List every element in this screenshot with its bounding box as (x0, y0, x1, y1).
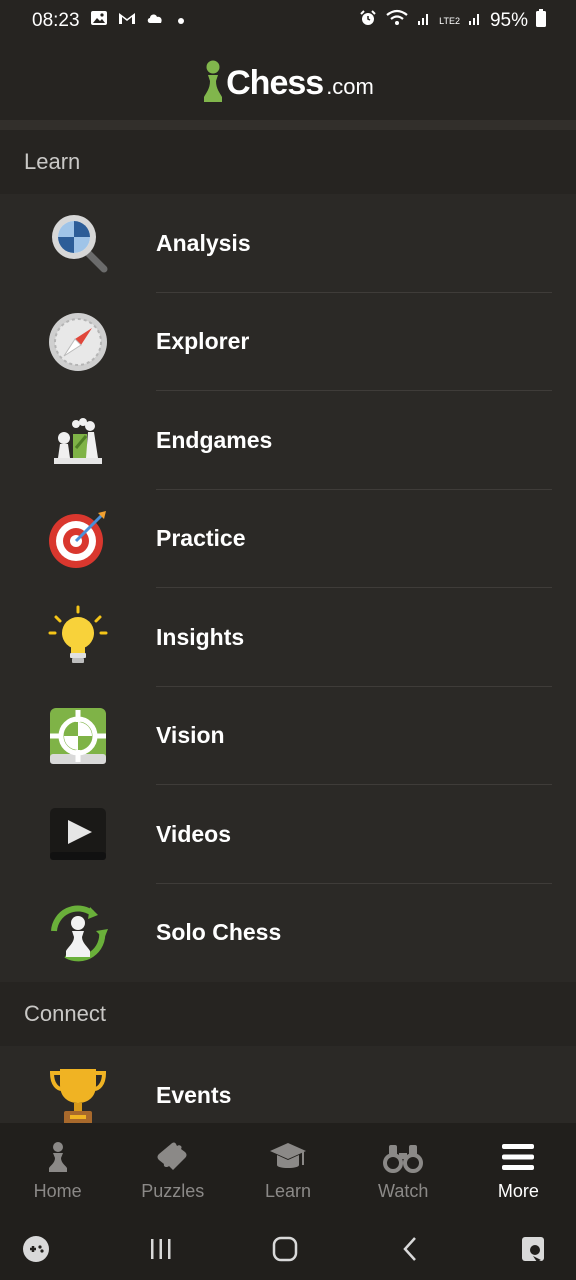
nav-label-more: More (497, 1180, 539, 1201)
crosshair-icon (46, 704, 110, 768)
menu-label: Analysis (156, 229, 251, 256)
nav-label-learn: Learn (264, 1180, 312, 1201)
accessibility-touch-icon[interactable] (514, 1229, 554, 1269)
analysis-magnifier-icon (46, 211, 110, 275)
nav-more[interactable]: More (461, 1123, 576, 1217)
binoculars-icon (383, 1139, 424, 1175)
target-icon (46, 507, 110, 571)
signal-bars-icon (468, 10, 482, 32)
menu-label: Solo Chess (156, 919, 282, 946)
signal-bars-icon (417, 10, 431, 32)
header-divider (0, 120, 576, 130)
status-right: LTE2 95% (359, 9, 546, 33)
hamburger-menu-icon (498, 1139, 538, 1175)
menu-label: Practice (156, 525, 246, 552)
gmail-icon (118, 10, 136, 32)
back-button[interactable] (390, 1229, 430, 1269)
puzzle-icon (153, 1139, 193, 1175)
recent-apps-button[interactable] (141, 1229, 181, 1269)
nav-learn[interactable]: Learn (230, 1123, 345, 1217)
system-navigation-bar (0, 1217, 576, 1280)
chess-more-screen: 08:23 LTE2 95% Chess .com Learn Analysis… (0, 0, 576, 1280)
nav-puzzles[interactable]: Puzzles (115, 1123, 230, 1217)
graduation-cap-icon (268, 1139, 308, 1175)
app-header: Chess .com (0, 42, 576, 120)
section-header-learn: Learn (0, 130, 576, 194)
volte-label: LTE2 (439, 15, 460, 26)
status-left: 08:23 (32, 10, 184, 32)
nav-label-puzzles: Puzzles (141, 1180, 205, 1201)
learn-menu-list: Analysis Explorer Endgames Practice Insi… (0, 194, 576, 982)
endgame-pieces-icon (46, 408, 110, 472)
menu-item-endgames[interactable]: Endgames (0, 391, 576, 490)
alarm-icon (359, 10, 377, 32)
battery-icon (536, 9, 546, 33)
nav-label-home: Home (33, 1180, 82, 1201)
section-title-learn: Learn (24, 149, 81, 174)
menu-item-practice[interactable]: Practice (0, 490, 576, 588)
nav-label-watch: Watch (378, 1180, 429, 1201)
more-notifications-dot-icon (177, 18, 184, 24)
battery-percent: 95% (489, 10, 528, 31)
section-title-connect: Connect (24, 1001, 106, 1026)
logo-suffix: .com (326, 74, 374, 99)
solo-pawn-icon (46, 901, 110, 965)
menu-label: Insights (156, 623, 245, 650)
logo-pawn-icon (204, 60, 223, 102)
menu-label: Explorer (156, 328, 250, 355)
cloud-notification-icon (146, 10, 164, 32)
nav-watch[interactable]: Watch (346, 1123, 461, 1217)
menu-item-analysis[interactable]: Analysis (0, 194, 576, 293)
wifi-icon (385, 9, 409, 33)
chess-com-logo[interactable]: Chess .com (202, 59, 374, 103)
home-button[interactable] (265, 1229, 305, 1269)
menu-item-explorer[interactable]: Explorer (0, 293, 576, 391)
play-icon (46, 802, 110, 866)
game-launcher-icon[interactable] (16, 1229, 56, 1269)
menu-label: Vision (156, 722, 225, 749)
lightbulb-icon (46, 605, 110, 669)
menu-label: Endgames (156, 426, 273, 453)
menu-item-vision[interactable]: Vision (0, 687, 576, 785)
compass-icon (46, 310, 110, 374)
section-header-connect: Connect (0, 982, 576, 1046)
status-bar: 08:23 LTE2 95% (0, 0, 576, 42)
gallery-icon (90, 10, 108, 32)
menu-item-solo-chess[interactable]: Solo Chess (0, 884, 576, 983)
bottom-navigation: Home Puzzles Learn Watch More (0, 1123, 576, 1217)
nav-home[interactable]: Home (0, 1123, 115, 1217)
menu-item-insights[interactable]: Insights (0, 588, 576, 687)
connect-menu-list: Events (0, 1046, 576, 1123)
menu-label: Events (156, 1081, 232, 1108)
pawn-icon (38, 1139, 78, 1175)
menu-label: Videos (156, 820, 231, 847)
status-time: 08:23 (32, 10, 80, 31)
trophy-icon (46, 1063, 110, 1123)
menu-item-events[interactable]: Events (0, 1046, 576, 1123)
logo-text: Chess (226, 64, 324, 102)
menu-item-videos[interactable]: Videos (0, 785, 576, 884)
